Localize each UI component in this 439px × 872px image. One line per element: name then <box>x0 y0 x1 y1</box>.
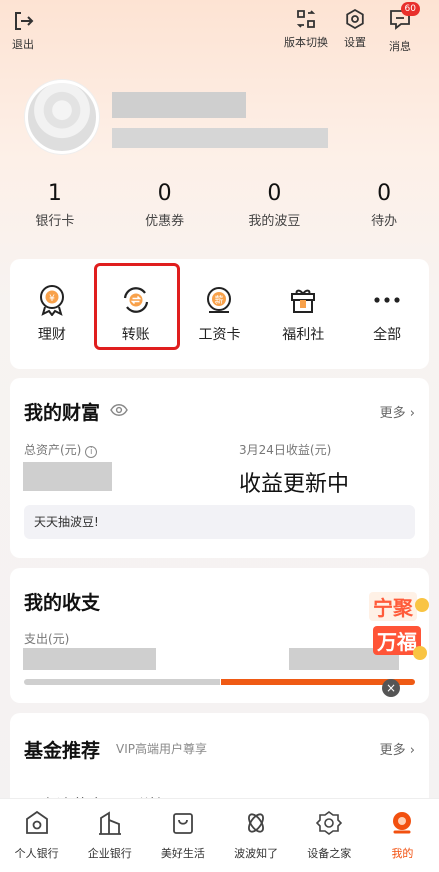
enterprise-bank-icon <box>96 809 124 837</box>
stat-value: 0 <box>377 181 392 206</box>
tab-me[interactable]: 我的 <box>366 799 439 872</box>
knot-icon <box>242 809 270 837</box>
quick-action-wealth[interactable]: ¥ 理财 <box>10 284 94 369</box>
stat-value: 1 <box>47 181 62 206</box>
tab-label: 设备之家 <box>307 847 352 860</box>
tab-good-life[interactable]: 美好生活 <box>146 799 219 872</box>
personal-bank-icon <box>23 809 51 837</box>
svg-text:¥: ¥ <box>49 294 55 304</box>
bottom-tab-bar: 个人银行 企业银行 美好生活 波波知了 设备之家 我的 <box>0 798 439 872</box>
tab-label: 美好生活 <box>160 847 205 860</box>
stat-bobeans[interactable]: 0 我的波豆 <box>220 180 330 229</box>
stat-label: 银行卡 <box>35 214 75 229</box>
eye-icon[interactable] <box>110 403 128 417</box>
stat-value: 0 <box>267 181 282 206</box>
tab-bobo-zhile[interactable]: 波波知了 <box>220 799 293 872</box>
expense-value-redacted <box>23 648 156 670</box>
wealth-card: 我的财富 更多 › 总资产(元) i 3月24日收益(元) 收益更新中 天天抽波… <box>10 378 429 558</box>
stat-todo[interactable]: 0 待办 <box>329 180 439 229</box>
wealth-more-link[interactable]: 更多 › <box>380 402 415 421</box>
daily-draw-banner[interactable]: 天天抽波豆! <box>24 505 415 539</box>
earnings-label: 3月24日收益(元) <box>239 443 332 457</box>
daily-draw-text: 天天抽波豆! <box>34 515 99 529</box>
messages-label: 消息 <box>389 40 411 53</box>
avatar[interactable] <box>25 80 99 154</box>
wealth-more-label: 更多 <box>379 406 406 421</box>
gear-icon <box>346 8 364 30</box>
total-assets-redacted <box>23 462 112 491</box>
messages-badge: 60 <box>400 2 420 16</box>
fund-more-label: 更多 <box>379 743 406 758</box>
quick-action-welfare[interactable]: 福利社 <box>261 284 345 369</box>
quick-actions-card: ¥ 理财 转账 薪 工资卡 福利社 全部 <box>10 259 429 369</box>
quick-action-label: 理财 <box>37 327 66 343</box>
tab-label: 波波知了 <box>234 847 279 860</box>
wealth-title: 我的财富 <box>24 402 101 424</box>
income-card: 我的收支 支出(元) 宁聚 万福 × <box>10 568 429 703</box>
promo-banner[interactable]: 宁聚 万福 <box>347 586 429 662</box>
earnings-value: 收益更新中 <box>239 472 350 497</box>
tab-personal-bank[interactable]: 个人银行 <box>0 799 73 872</box>
shopping-bag-icon <box>169 809 197 837</box>
version-switch-button[interactable]: 版本切换 <box>284 8 328 50</box>
more-dots-icon <box>371 284 403 316</box>
promo-line1: 宁聚 <box>369 592 417 621</box>
stat-label: 我的波豆 <box>248 214 301 229</box>
tab-label: 企业银行 <box>87 847 132 860</box>
coin-icon <box>413 646 427 660</box>
username-redacted <box>112 92 246 118</box>
fund-title: 基金推荐 <box>24 740 101 762</box>
stat-bank-cards[interactable]: 1 银行卡 <box>0 180 110 229</box>
settings-button[interactable]: 设置 <box>344 8 366 50</box>
expense-label: 支出(元) <box>24 632 70 646</box>
logout-icon <box>15 12 34 30</box>
stats-row: 1 银行卡 0 优惠券 0 我的波豆 0 待办 <box>0 180 439 229</box>
close-icon[interactable]: × <box>382 679 400 697</box>
version-switch-label: 版本切换 <box>284 36 328 49</box>
settings-label: 设置 <box>344 36 366 49</box>
total-assets-label: 总资产(元) i <box>24 441 98 458</box>
tab-device-home[interactable]: 设备之家 <box>293 799 366 872</box>
wealth-icon: ¥ <box>36 284 68 316</box>
quick-action-label: 福利社 <box>282 327 325 343</box>
user-id-redacted <box>112 128 328 148</box>
tab-label: 我的 <box>391 847 414 860</box>
fund-more-link[interactable]: 更多 › <box>380 739 415 758</box>
logout-button[interactable]: 退出 <box>12 10 34 52</box>
logout-label: 退出 <box>12 38 34 51</box>
total-assets-label-text: 总资产(元) <box>24 443 82 457</box>
tab-label: 个人银行 <box>14 847 59 860</box>
salary-card-icon: 薪 <box>203 284 235 316</box>
device-home-icon <box>315 809 343 837</box>
income-title: 我的收支 <box>24 592 101 614</box>
transfer-highlight-box <box>94 263 180 350</box>
stat-coupons[interactable]: 0 优惠券 <box>110 180 220 229</box>
tab-enterprise-bank[interactable]: 企业银行 <box>73 799 146 872</box>
coin-icon <box>415 598 429 612</box>
svg-text:薪: 薪 <box>215 294 224 306</box>
stat-label: 优惠券 <box>145 214 185 229</box>
fund-subtitle: VIP高端用户尊享 <box>116 742 207 756</box>
me-icon <box>388 809 416 837</box>
quick-action-salary-card[interactable]: 薪 工资卡 <box>178 284 262 369</box>
info-icon[interactable]: i <box>85 446 98 458</box>
expense-bar <box>24 679 220 685</box>
quick-action-all[interactable]: 全部 <box>345 284 429 369</box>
stat-label: 待办 <box>371 214 398 229</box>
quick-action-label: 全部 <box>373 327 402 343</box>
gift-icon <box>287 284 319 316</box>
version-switch-icon <box>296 10 316 28</box>
quick-action-label: 工资卡 <box>198 327 241 343</box>
stat-value: 0 <box>157 181 172 206</box>
messages-button[interactable]: 60 消息 <box>388 2 420 54</box>
